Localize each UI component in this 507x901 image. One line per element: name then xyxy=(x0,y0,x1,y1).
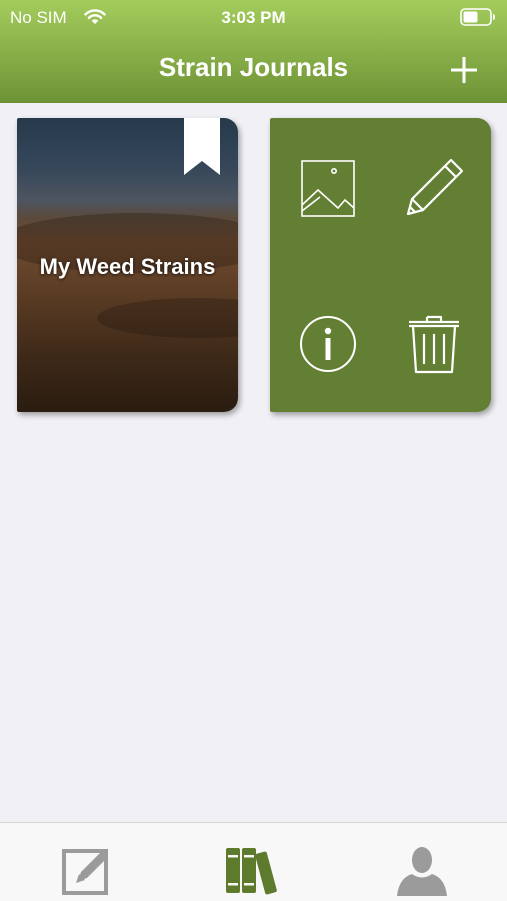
dune-shadow xyxy=(97,298,238,338)
navigation-header: No SIM 3:03 PM Strain Journals xyxy=(0,0,507,103)
pencil-icon xyxy=(406,158,464,216)
image-icon xyxy=(301,160,355,217)
info-icon xyxy=(300,316,356,372)
journal-title: My Weed Strains xyxy=(39,254,216,279)
journal-info-button[interactable] xyxy=(296,312,360,376)
page-title: Strain Journals xyxy=(158,52,349,82)
journal-actions-panel xyxy=(270,118,491,412)
tab-entries[interactable] xyxy=(58,845,114,897)
tab-bar xyxy=(0,822,507,901)
books-icon xyxy=(226,848,277,895)
clock: 3:03 PM xyxy=(221,8,286,27)
edit-note-icon xyxy=(62,849,108,895)
add-journal-button[interactable] xyxy=(446,52,482,88)
tab-profile[interactable] xyxy=(394,845,450,897)
trash-icon xyxy=(409,315,459,374)
status-bar: No SIM 3:03 PM xyxy=(0,0,507,36)
bookmark-icon xyxy=(184,118,220,175)
tab-journals[interactable] xyxy=(224,845,280,897)
edit-journal-button[interactable] xyxy=(402,156,466,220)
journal-card[interactable]: My Weed Strains xyxy=(17,118,238,412)
delete-journal-button[interactable] xyxy=(402,312,466,376)
battery-icon xyxy=(460,8,495,26)
person-icon xyxy=(397,847,447,896)
plus-icon xyxy=(451,57,477,83)
change-cover-button[interactable] xyxy=(296,156,360,220)
